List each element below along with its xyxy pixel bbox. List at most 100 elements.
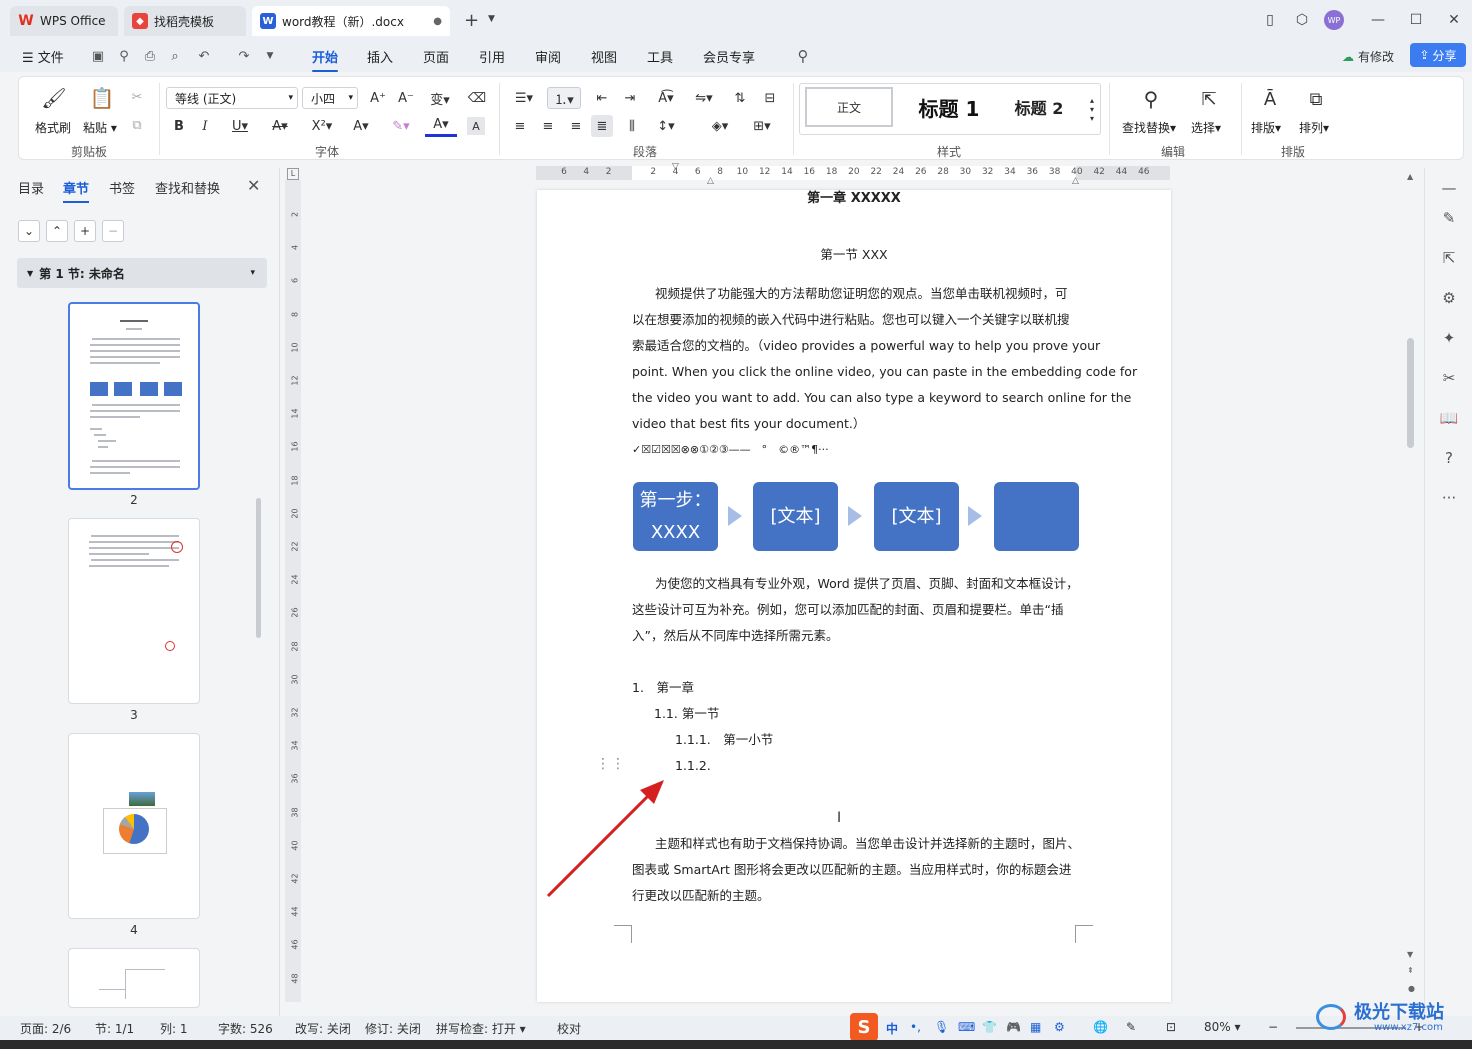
ime-settings-icon[interactable]: ⚙ (1054, 1020, 1065, 1034)
chapter-heading[interactable]: 第一章 XXXXX (537, 186, 1171, 212)
typeset-button[interactable]: 排版▾ (1251, 119, 1281, 136)
clear-format-icon[interactable]: ⌫ (466, 87, 488, 109)
font-size-select[interactable]: 小四 ▾ (302, 87, 358, 109)
collapse-up-icon[interactable]: ⌃ (46, 220, 68, 242)
find-replace-icon[interactable]: ⚲ (1137, 85, 1165, 113)
overwrite-mode[interactable]: 改写: 关闭 (295, 1020, 351, 1037)
flow-step-box[interactable]: 第一步： XXXX (633, 482, 718, 551)
page-indicator[interactable]: 页面: 2/6 (20, 1020, 71, 1037)
style-heading2[interactable]: 标题 2 (1001, 87, 1077, 127)
bullet-list-icon[interactable]: ☰▾ (509, 87, 539, 109)
page-thumbnail[interactable] (68, 948, 200, 1008)
cut-icon[interactable]: ✂ (127, 87, 147, 107)
file-menu[interactable]: ☰ 文件 (22, 47, 64, 66)
page-thumbnail[interactable] (68, 302, 200, 490)
scroll-up-icon[interactable]: ▲ (1407, 172, 1413, 181)
shrink-font-icon[interactable]: A⁻ (395, 87, 417, 109)
align-left-icon[interactable]: ≡ (509, 115, 531, 137)
flow-step-box[interactable]: [文本] (753, 482, 838, 551)
list-item[interactable]: 1. 第一章 (632, 675, 694, 701)
more-icon[interactable]: ··· (1439, 488, 1459, 508)
ime-keyboard-icon[interactable]: ⌨ (958, 1020, 975, 1034)
print-icon[interactable]: ⎙ (142, 48, 158, 64)
tab-find-replace[interactable]: 查找和替换 (155, 178, 220, 197)
paste-icon[interactable]: 📋 (87, 85, 117, 111)
remove-section-icon[interactable]: − (102, 220, 124, 242)
distributed-icon[interactable]: ⫼ (621, 115, 643, 137)
fit-page-icon[interactable]: ⊡ (1166, 1020, 1176, 1034)
menu-tools[interactable]: 工具 (647, 47, 673, 66)
page-thumbnail[interactable] (68, 518, 200, 704)
hanging-indent-marker-icon[interactable]: △ (707, 176, 714, 186)
arrange-button[interactable]: 排列▾ (1299, 119, 1329, 136)
link-icon[interactable]: ⚲ (116, 48, 132, 64)
close-pane-icon[interactable]: ✕ (247, 176, 260, 195)
avatar[interactable]: WP (1324, 10, 1344, 30)
has-changes-button[interactable]: ☁ 有修改 (1342, 48, 1394, 65)
prev-page-icon[interactable]: ⇞ (1407, 966, 1414, 975)
text-effect-icon[interactable]: A▾ (345, 115, 377, 137)
section-indicator[interactable]: 节: 1/1 (95, 1020, 134, 1037)
underline-icon[interactable]: U▾ (225, 115, 255, 137)
adjust-icon[interactable]: ⚙ (1439, 288, 1459, 308)
list-item[interactable]: 1.1. 第一节 (654, 701, 719, 727)
new-tab-plus-icon[interactable]: + (464, 10, 479, 31)
spell-check[interactable]: 拼写检查: 打开 ▾ (436, 1020, 526, 1037)
list-item[interactable]: 1.1.2. (675, 753, 711, 779)
right-indent-marker-icon[interactable]: △ (1072, 176, 1079, 186)
pane-scrollbar[interactable] (256, 498, 261, 638)
ime-game-icon[interactable]: 🎮 (1006, 1020, 1021, 1034)
menu-page[interactable]: 页面 (423, 47, 449, 66)
font-color-icon[interactable]: A▾ (425, 115, 457, 137)
find-replace-button[interactable]: 查找替换▾ (1122, 119, 1176, 136)
body-line[interactable]: 视频提供了功能强大的方法帮助您证明您的观点。当您单击联机视频时，可 (655, 281, 1068, 307)
sort-icon[interactable]: ⇅ (729, 87, 751, 109)
arrange-icon[interactable]: ⧉ (1303, 85, 1329, 113)
scroll-down-icon[interactable]: ▼ (1407, 950, 1413, 959)
menu-home[interactable]: 开始 (312, 47, 339, 72)
body-line[interactable]: 图表或 SmartArt 图形将会更改以匹配新的主题。当应用样式时，你的标题会进 (632, 857, 1071, 883)
body-line[interactable]: 主题和样式也有助于文档保持协调。当您单击设计并选择新的主题时，图片、 (655, 831, 1080, 857)
more-chevron-icon[interactable]: ▼ (262, 48, 278, 64)
document-scrollbar[interactable]: ▲ ▼ ⇞ ● (1404, 168, 1420, 1016)
highlight-icon[interactable]: ✎▾ (385, 115, 417, 137)
menu-review[interactable]: 审阅 (535, 47, 561, 66)
bold-icon[interactable]: B (169, 115, 189, 137)
char-shading-icon[interactable]: A (467, 117, 485, 135)
proofread[interactable]: 校对 (557, 1020, 581, 1037)
select-browse-icon[interactable]: ● (1408, 984, 1415, 993)
zoom-out-icon[interactable]: − (1268, 1020, 1278, 1034)
numbered-list-icon[interactable]: ⒈▾ (547, 87, 581, 109)
ime-apps-icon[interactable]: ▦ (1030, 1020, 1041, 1034)
vertical-ruler[interactable]: 2 4 6 8 10 12 14 16 18 20 22 24 26 28 30 32 34 36 38 40 42 44… (285, 180, 301, 1002)
ime-chinese-icon[interactable]: 中 (886, 1020, 898, 1037)
section-header[interactable]: ▼ 第 1 节: 未命名 ▾ (17, 258, 267, 288)
select-button[interactable]: 选择▾ (1191, 119, 1221, 136)
cube-icon[interactable]: ⬡ (1292, 10, 1312, 30)
track-changes[interactable]: 修订: 关闭 (365, 1020, 421, 1037)
body-line[interactable]: video that best fits your document.） (632, 411, 865, 437)
scroll-thumb[interactable] (1407, 338, 1414, 448)
page-thumbnail[interactable] (68, 733, 200, 919)
style-gallery-scroll-icon[interactable]: ▴ ▾ ▾ (1085, 85, 1099, 133)
phonetic-icon[interactable]: 变▾ (423, 87, 457, 109)
body-line[interactable]: 以在想要添加的视频的嵌入代码中进行粘贴。您也可以键入一个关键字以联机搜 (632, 307, 1070, 333)
save-icon[interactable]: ▣ (90, 48, 106, 64)
select-cursor-icon[interactable]: ⇱ (1195, 85, 1223, 113)
strikethrough-icon[interactable]: A▾ (265, 115, 295, 137)
tab-document[interactable]: W word教程（新）.docx ● (252, 6, 450, 36)
tools-icon[interactable]: ✂ (1439, 368, 1459, 388)
ime-mic-icon[interactable]: 🎙 (934, 1020, 949, 1034)
body-line[interactable]: the video you want to add. You can also … (632, 385, 1131, 411)
tab-toc[interactable]: 目录 (18, 178, 44, 197)
search-icon[interactable]: ⚲ (795, 47, 811, 65)
add-section-icon[interactable]: + (74, 220, 96, 242)
line-spacing-icon[interactable]: ↕▾ (649, 115, 683, 137)
format-painter-label[interactable]: 格式刷 (35, 119, 71, 136)
body-line[interactable]: 索最适合您的文档的。（video provides a powerful way… (632, 333, 1100, 359)
minimize-icon[interactable]: — (1368, 10, 1388, 30)
increase-indent-icon[interactable]: ⇥ (619, 87, 641, 109)
justify-icon[interactable]: ≣ (591, 115, 613, 137)
paste-button[interactable]: 粘贴 ▾ (83, 119, 117, 136)
word-count[interactable]: 字数: 526 (218, 1020, 273, 1037)
